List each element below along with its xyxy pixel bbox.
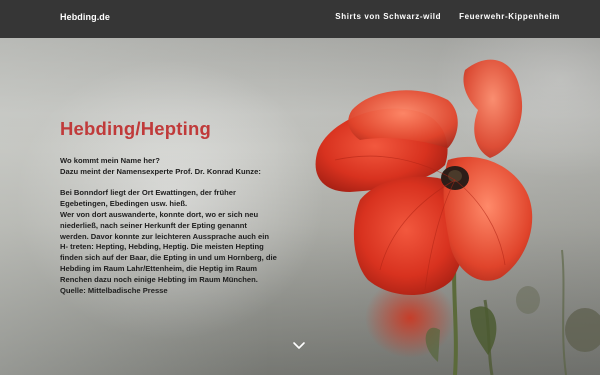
paragraph-line: H- treten: Hepting, Hebding, Heptig. Die… <box>60 242 264 252</box>
paragraph-line: niederließ, nach seiner Herkunft der Ept… <box>60 220 247 230</box>
nav-link-shirts[interactable]: Shirts von Schwarz-wild <box>335 12 441 21</box>
main-content: Hebding/Hepting Wo kommt mein Name her? … <box>60 118 300 296</box>
intro-line: Dazu meint der Namensexperte Prof. Dr. K… <box>60 166 261 176</box>
nav-link-feuerwehr[interactable]: Feuerwehr-Kippenheim <box>459 12 560 21</box>
scroll-down-button[interactable] <box>292 336 306 349</box>
paragraph-line: Wer von dort auswanderte, konnte dort, w… <box>60 209 259 219</box>
brand-link[interactable]: Hebding.de <box>60 12 110 22</box>
article-text: Wo kommt mein Name her? Dazu meint der N… <box>60 156 300 296</box>
paragraph-line: Egebetingen, Ebedingen usw. hieß. <box>60 199 188 209</box>
chevron-down-icon <box>293 342 305 349</box>
paragraph-line: werden. Davor konnte zur leichteren Auss… <box>60 231 270 241</box>
paragraph-line: Hebding im Raum Lahr/Ettenheim, die Hept… <box>60 263 258 273</box>
top-navbar: Hebding.de Shirts von Schwarz-wild Feuer… <box>0 0 600 38</box>
paragraph-line: finden sich auf der Baar, die Epting in … <box>60 253 277 263</box>
source-line: Quelle: Mittelbadische Presse <box>60 285 168 295</box>
paragraph-line: Renchen dazu noch einige Hebting im Raum… <box>60 274 258 284</box>
intro-line: Wo kommt mein Name her? <box>60 156 160 165</box>
main-nav: Shirts von Schwarz-wild Feuerwehr-Kippen… <box>335 12 560 21</box>
page-title: Hebding/Hepting <box>60 118 211 139</box>
paragraph-line: Bei Bonndorf liegt der Ort Ewattingen, d… <box>60 188 236 198</box>
